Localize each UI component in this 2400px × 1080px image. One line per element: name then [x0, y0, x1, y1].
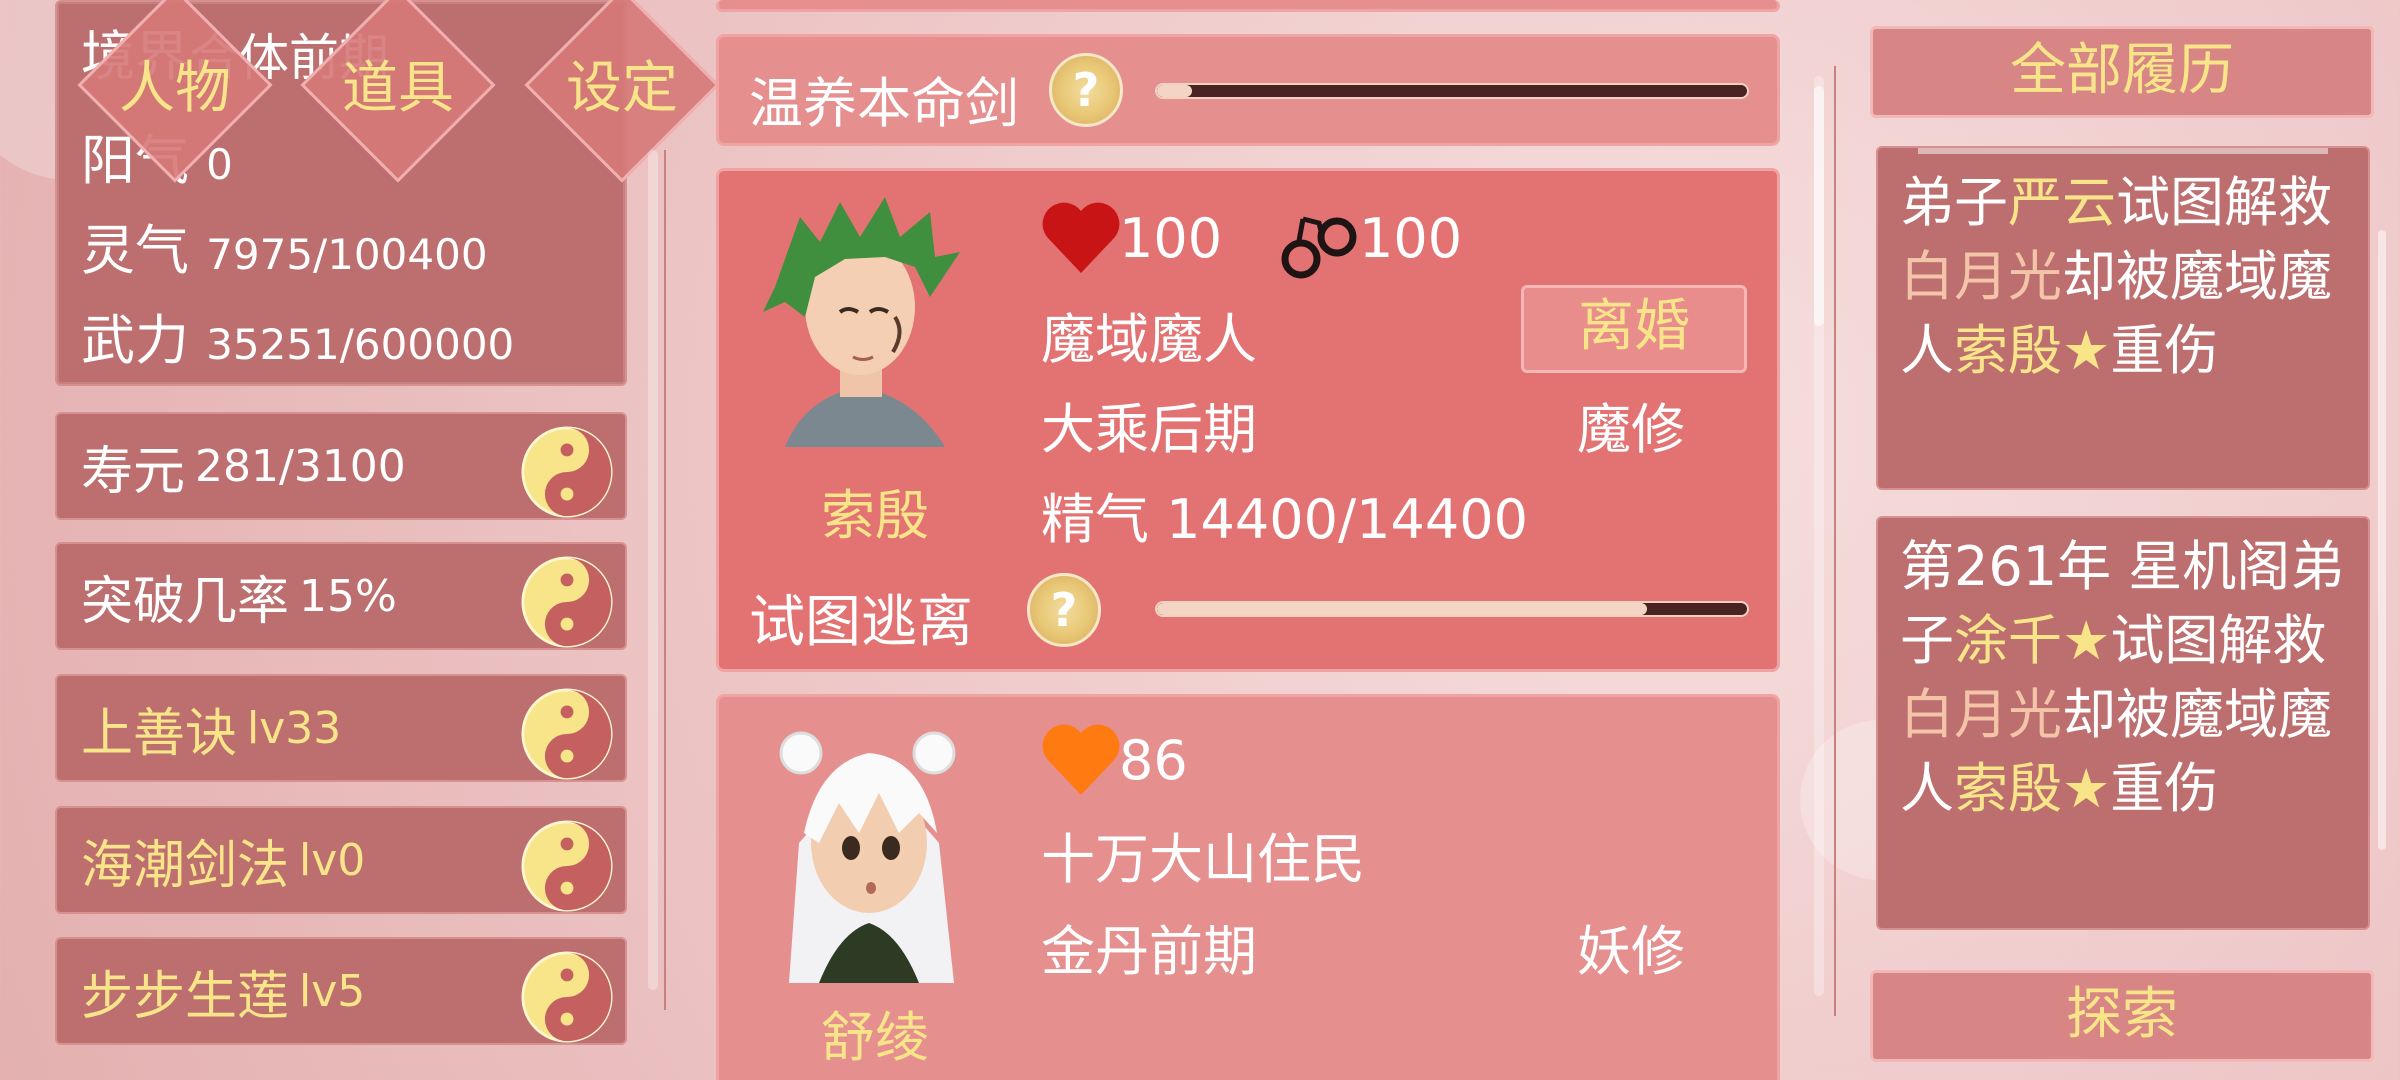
- character-portrait: [759, 723, 979, 983]
- left-scroll-rail: [664, 150, 666, 1010]
- cultivation-progress-bar: [1155, 83, 1749, 99]
- top-card-edge: [716, 0, 1780, 12]
- attribute-value: lv33: [247, 702, 342, 754]
- tab-settings[interactable]: 设定: [522, 0, 722, 185]
- character-type: 妖修: [1577, 920, 1685, 983]
- all-history-button[interactable]: 全部履历: [1870, 26, 2374, 118]
- yin-yang-icon[interactable]: [521, 556, 613, 648]
- character-card[interactable]: 索殷 100 100 魔域魔人 离婚 大乘后期 魔修 精气 14400/1440…: [716, 168, 1780, 672]
- tab-items[interactable]: 道具: [298, 0, 498, 185]
- lingqi-value: 7975/100400: [206, 230, 488, 279]
- yin-yang-icon[interactable]: [521, 426, 613, 518]
- cultivation-progress-fill: [1157, 85, 1193, 97]
- character-name: 舒绫: [821, 1006, 929, 1069]
- attribute-value: lv5: [299, 965, 366, 1017]
- character-portrait: [745, 197, 975, 447]
- help-icon[interactable]: ?: [1027, 573, 1101, 647]
- character-faction: 十万大山住民: [1041, 828, 1365, 891]
- character-bond: 100: [1359, 207, 1463, 270]
- heart-icon: [1042, 202, 1120, 273]
- attribute-value: 15%: [299, 570, 397, 622]
- attribute-row-breakthrough: 突破几率 15%: [55, 542, 627, 650]
- tab-label: 设定: [566, 56, 678, 121]
- history-segment: 重伤: [2110, 757, 2219, 820]
- yin-yang-icon[interactable]: [521, 688, 613, 780]
- status-progress-bar: [1155, 601, 1749, 617]
- wuli-label: 武力: [81, 309, 189, 372]
- attribute-row-skill-shangshan: 上善诀 lv33: [55, 674, 627, 782]
- attribute-value: lv0: [299, 834, 366, 886]
- character-faction: 魔域魔人: [1041, 308, 1257, 371]
- character-essence: 精气 14400/14400: [1041, 475, 1528, 554]
- attribute-label: 海潮剑法: [81, 835, 290, 896]
- character-status-label: 试图逃离: [749, 590, 973, 655]
- history-entry: 第261年 星机阁弟子涂千★试图解救白月光却被魔域魔人索殷★重伤: [1876, 516, 2370, 930]
- explore-button[interactable]: 探索: [1870, 970, 2374, 1062]
- history-segment: 试图解救: [2116, 171, 2332, 234]
- history-name: 白月光: [1900, 683, 2062, 746]
- heart-icon: [1042, 724, 1120, 795]
- help-icon[interactable]: ?: [1049, 53, 1123, 127]
- tab-label: 道具: [342, 56, 454, 121]
- character-type: 魔修: [1577, 398, 1685, 461]
- tab-character[interactable]: 人物: [75, 0, 275, 185]
- cultivation-label: 温养本命剑: [749, 72, 1019, 135]
- character-card[interactable]: 舒绫 86 十万大山住民 金丹前期 妖修: [716, 694, 1780, 1080]
- attribute-label: 步步生莲: [81, 966, 290, 1027]
- character-health: 86: [1119, 729, 1188, 792]
- history-text: 第261年 星机阁弟子涂千★试图解救白月光却被魔域魔人索殷★重伤: [1878, 530, 2368, 826]
- history-segment: 弟子: [1900, 171, 2008, 234]
- attribute-value: 281/3100: [195, 440, 406, 492]
- lingqi-stat: 灵气 7975/100400: [81, 206, 488, 285]
- attribute-row-skill-haichao: 海潮剑法 lv0: [55, 806, 627, 914]
- history-name: 索殷★: [1954, 319, 2111, 382]
- yin-yang-icon[interactable]: [521, 820, 613, 912]
- wuli-stat: 武力 35251/600000: [81, 296, 514, 375]
- attribute-label: 寿元: [81, 441, 186, 502]
- history-entry: 弟子严云试图解救白月光却被魔域魔人索殷★重伤: [1876, 146, 2370, 490]
- wuli-value: 35251/600000: [206, 320, 515, 369]
- history-name: 涂千★: [1954, 609, 2111, 672]
- history-name: 索殷★: [1954, 757, 2111, 820]
- character-health: 100: [1119, 207, 1223, 270]
- attribute-row-skill-bubu: 步步生莲 lv5: [55, 937, 627, 1045]
- history-name: 白月光: [1900, 245, 2062, 308]
- essence-label: 精气: [1041, 488, 1149, 551]
- character-realm: 金丹前期: [1041, 920, 1257, 983]
- divorce-button[interactable]: 离婚: [1521, 285, 1747, 373]
- center-scrollbar-thumb[interactable]: [1814, 86, 1824, 326]
- lingqi-label: 灵气: [81, 219, 189, 282]
- left-scrollbar[interactable]: [648, 150, 658, 990]
- history-text: 弟子严云试图解救白月光却被魔域魔人索殷★重伤: [1878, 166, 2368, 388]
- history-scrollbar[interactable]: [2378, 230, 2386, 850]
- history-segment: 试图解救: [2110, 609, 2327, 672]
- handcuffs-icon: [1281, 216, 1357, 279]
- attribute-row-lifespan: 寿元 281/3100: [55, 412, 627, 520]
- center-scroll-rail: [1834, 66, 1836, 1016]
- history-segment: 重伤: [2110, 319, 2219, 382]
- history-divider: [1918, 148, 2328, 154]
- attribute-label: 突破几率: [81, 571, 290, 632]
- yin-yang-icon[interactable]: [521, 951, 613, 1043]
- cultivation-panel: 温养本命剑 ?: [716, 34, 1780, 146]
- character-name: 索殷: [821, 484, 929, 547]
- attribute-label: 上善诀: [81, 703, 238, 764]
- character-realm: 大乘后期: [1041, 398, 1257, 461]
- essence-value: 14400/14400: [1166, 488, 1528, 551]
- history-name: 严云: [2008, 171, 2116, 234]
- tab-label: 人物: [119, 56, 231, 121]
- status-progress-fill: [1157, 603, 1647, 615]
